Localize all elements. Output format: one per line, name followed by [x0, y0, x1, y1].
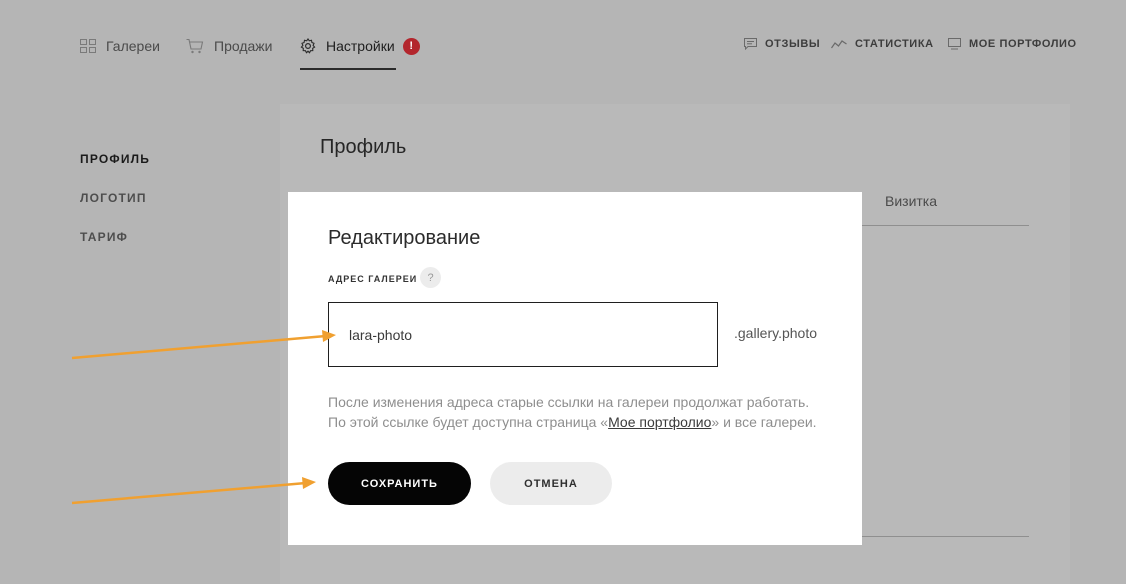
sidebar-item-logo[interactable]: ЛОГОТИП [80, 191, 147, 205]
page-title: Профиль [320, 136, 407, 158]
nav-item-settings[interactable]: Настройки ! [300, 34, 420, 70]
cancel-button[interactable]: ОТМЕНА [490, 462, 612, 505]
chart-icon [831, 40, 847, 49]
statistics-link[interactable]: СТАТИСТИКА [831, 38, 934, 50]
hint-text: После изменения адреса старые ссылки на … [328, 392, 848, 432]
nav-item-galleries[interactable]: Галереи [80, 34, 160, 58]
grid-icon [80, 39, 96, 53]
statistics-label: СТАТИСТИКА [855, 38, 934, 50]
nav-item-label: Продажи [214, 38, 273, 54]
help-icon[interactable]: ? [420, 267, 441, 288]
comment-icon [744, 38, 757, 50]
hint-line-1: После изменения адреса старые ссылки на … [328, 394, 810, 410]
save-button[interactable]: СОХРАНИТЬ [328, 462, 471, 505]
sidebar-item-tariff[interactable]: ТАРИФ [80, 230, 128, 244]
gear-icon [300, 38, 316, 54]
cart-icon [186, 38, 204, 54]
divider [860, 536, 1029, 537]
my-portfolio-label: МОЕ ПОРТФОЛИО [969, 38, 1077, 50]
tab-business-card[interactable]: Визитка [885, 193, 937, 209]
reviews-link[interactable]: ОТЗЫВЫ [744, 38, 820, 50]
my-portfolio-hint-link[interactable]: Мое портфолио [608, 414, 711, 430]
reviews-label: ОТЗЫВЫ [765, 38, 821, 50]
edit-dialog: Редактирование АДРЕС ГАЛЕРЕИ ? .gallery.… [288, 192, 862, 545]
hint-prefix: По этой ссылке будет доступна страница « [328, 414, 609, 430]
hint-line-2: По этой ссылке будет доступна страница «… [328, 412, 848, 432]
gallery-address-label: АДРЕС ГАЛЕРЕИ [328, 274, 418, 284]
dialog-title: Редактирование [328, 227, 481, 249]
hint-suffix: » и все галереи. [711, 414, 817, 430]
divider [860, 225, 1029, 226]
alert-badge: ! [402, 37, 420, 55]
top-navigation: Галереи Продажи Настройки ! ОТЗЫВЫ СТАТИ… [0, 0, 1126, 90]
sidebar-item-profile[interactable]: ПРОФИЛЬ [80, 152, 150, 166]
gallery-address-input[interactable] [328, 302, 718, 367]
nav-item-label: Галереи [106, 38, 160, 54]
domain-suffix: .gallery.photo [734, 325, 818, 341]
nav-item-label: Настройки [326, 38, 395, 54]
my-portfolio-link[interactable]: МОЕ ПОРТФОЛИО [948, 38, 1077, 50]
nav-item-sales[interactable]: Продажи [186, 34, 272, 58]
monitor-icon [948, 38, 961, 50]
